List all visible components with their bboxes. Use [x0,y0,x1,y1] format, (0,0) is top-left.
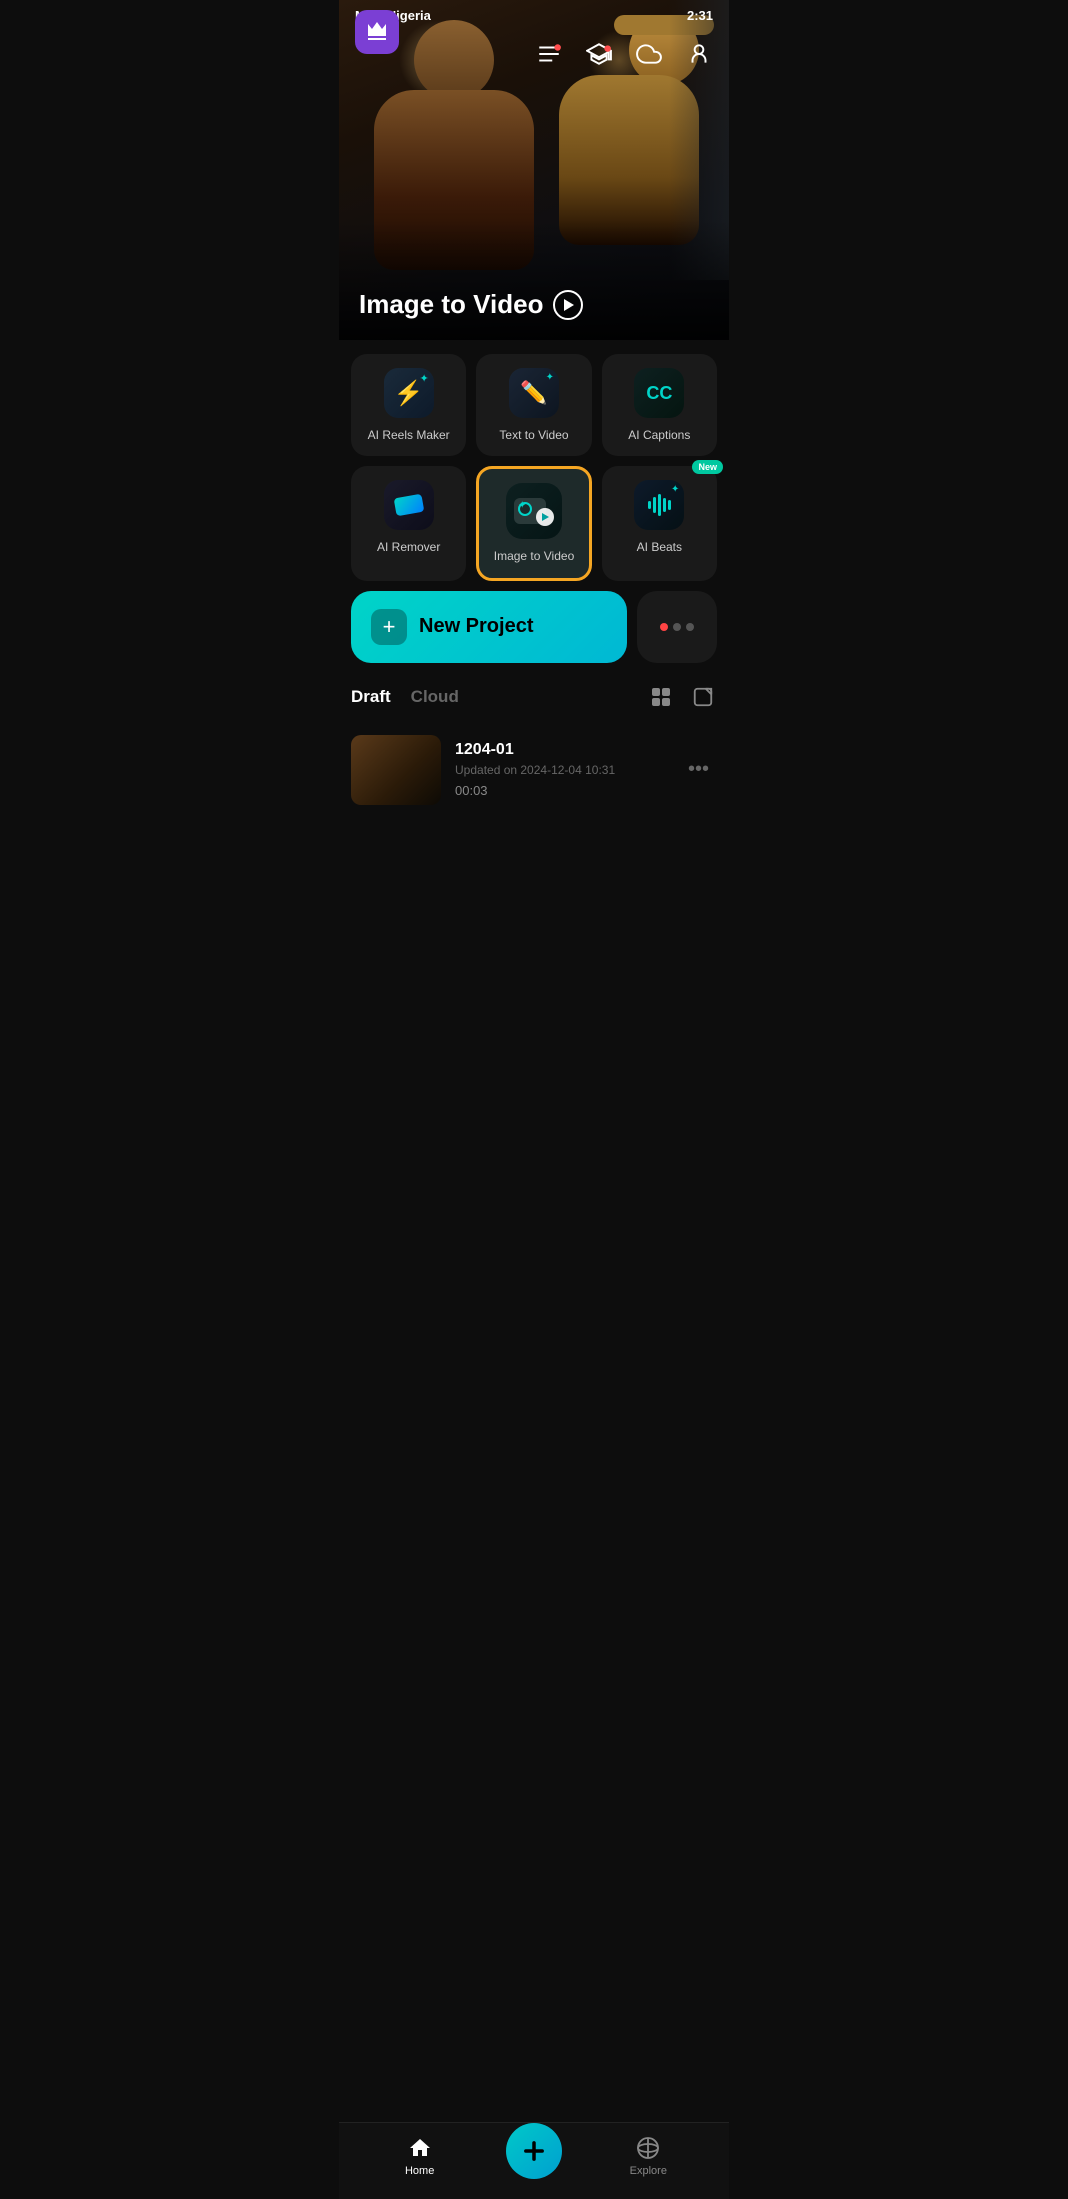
grid-view-button[interactable] [647,683,675,711]
bottom-nav: Home Explore [339,2122,729,2199]
bottom-actions: + New Project [351,591,717,663]
top-nav [531,36,717,72]
draft-info: 1204-01 Updated on 2024-12-04 10:31 00:0… [455,741,666,798]
new-project-icon: + [371,609,407,645]
draft-thumbnail [351,735,441,805]
ai-beats-label: AI Beats [637,540,682,554]
dot-1 [673,623,681,631]
tool-text-video[interactable]: ✏️ ✦ Text to Video [476,354,591,456]
center-add-button[interactable] [506,2123,562,2179]
nav-home[interactable]: Home [385,2135,455,2177]
education-icon[interactable] [581,36,617,72]
ai-reels-icon: ⚡ ✦ [384,368,434,418]
list-icon[interactable] [531,36,567,72]
new-badge: New [692,460,723,474]
draft-item[interactable]: 1204-01 Updated on 2024-12-04 10:31 00:0… [351,725,717,815]
draft-duration: 00:03 [455,783,666,798]
explore-label: Explore [630,2165,667,2177]
dot-red [660,623,668,631]
explore-icon [635,2135,661,2161]
dot-2 [686,623,694,631]
hero-title[interactable]: Image to Video [359,289,583,320]
tab-cloud[interactable]: Cloud [411,687,459,707]
edit-view-button[interactable] [689,683,717,711]
more-dots [660,623,694,631]
draft-menu-button[interactable]: ••• [680,758,717,781]
tab-draft[interactable]: Draft [351,687,391,707]
ai-beats-icon: ✦ [634,480,684,530]
more-button[interactable] [637,591,717,663]
image-video-label: Image to Video [494,549,575,563]
text-video-label: Text to Video [499,428,568,442]
section-header: Draft Cloud [351,683,717,711]
section-tabs: Draft Cloud [351,687,459,707]
section-actions [647,683,717,711]
nav-explore[interactable]: Explore [613,2135,683,2177]
profile-icon[interactable] [681,36,717,72]
hero-play-button[interactable] [553,290,583,320]
draft-title: 1204-01 [455,741,666,759]
crown-logo[interactable] [355,10,399,54]
time-label: 2:31 [687,8,713,23]
draft-date: Updated on 2024-12-04 10:31 [455,763,666,777]
tool-grid: ⚡ ✦ AI Reels Maker ✏️ ✦ Text to Video CC… [351,340,717,591]
tool-image-video[interactable]: ✦ Image to Video [476,466,591,580]
new-project-label: New Project [419,615,533,638]
tool-ai-remover[interactable]: AI Remover [351,466,466,580]
home-icon [407,2135,433,2161]
tool-ai-beats[interactable]: New ✦ AI Beats [602,466,717,580]
draft-list: 1204-01 Updated on 2024-12-04 10:31 00:0… [351,725,717,815]
tool-ai-reels[interactable]: ⚡ ✦ AI Reels Maker [351,354,466,456]
new-project-button[interactable]: + New Project [351,591,627,663]
ai-captions-icon: CC [634,368,684,418]
ai-remover-icon [384,480,434,530]
text-video-icon: ✏️ ✦ [509,368,559,418]
image-video-icon: ✦ [506,483,562,539]
tool-ai-captions[interactable]: CC AI Captions [602,354,717,456]
ai-remover-label: AI Remover [377,540,440,554]
home-label: Home [405,2165,434,2177]
ai-reels-label: AI Reels Maker [368,428,450,442]
ai-captions-label: AI Captions [628,428,690,442]
cloud-icon[interactable] [631,36,667,72]
